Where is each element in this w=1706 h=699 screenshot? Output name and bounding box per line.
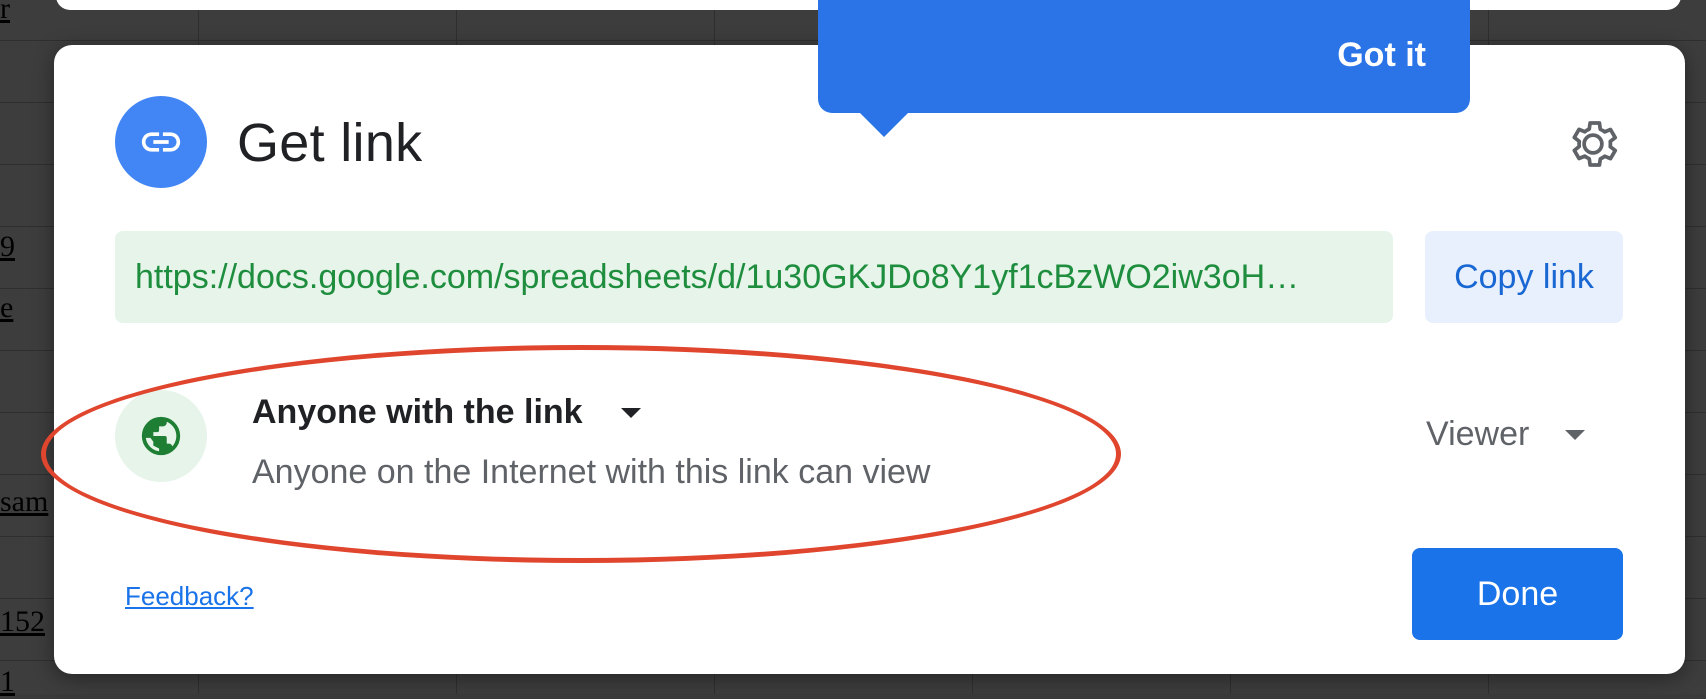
dialog-title: Get link — [237, 113, 423, 173]
globe-icon — [115, 390, 207, 482]
link-icon — [115, 96, 207, 188]
background-cell-text: 152 — [0, 605, 45, 638]
chevron-down-icon — [1565, 429, 1586, 440]
background-cell-text: 9 — [0, 230, 15, 263]
role-label: Viewer — [1426, 415, 1530, 453]
tooltip-bubble: Got it — [818, 0, 1470, 137]
chevron-down-icon — [620, 407, 641, 418]
gear-icon[interactable] — [1565, 116, 1621, 172]
copy-link-button[interactable]: Copy link — [1425, 231, 1623, 323]
share-url-field[interactable]: https://docs.google.com/spreadsheets/d/1… — [115, 231, 1393, 323]
general-access-dropdown[interactable]: Anyone with the link — [252, 393, 641, 432]
done-button[interactable]: Done — [1412, 548, 1623, 640]
background-cell-text: r — [0, 0, 10, 25]
feedback-link[interactable]: Feedback? — [125, 581, 254, 612]
share-url-text: https://docs.google.com/spreadsheets/d/1… — [135, 257, 1300, 296]
got-it-button[interactable]: Got it — [1337, 36, 1426, 75]
role-dropdown[interactable]: Viewer — [1426, 415, 1586, 454]
get-link-dialog: Get link https://docs.google.com/spreads… — [41, 45, 1685, 674]
general-access-label: Anyone with the link — [252, 393, 583, 431]
general-access-description: Anyone on the Internet with this link ca… — [252, 453, 931, 491]
background-cell-text: sam — [0, 485, 49, 518]
background-cell-text: e — [0, 291, 14, 324]
